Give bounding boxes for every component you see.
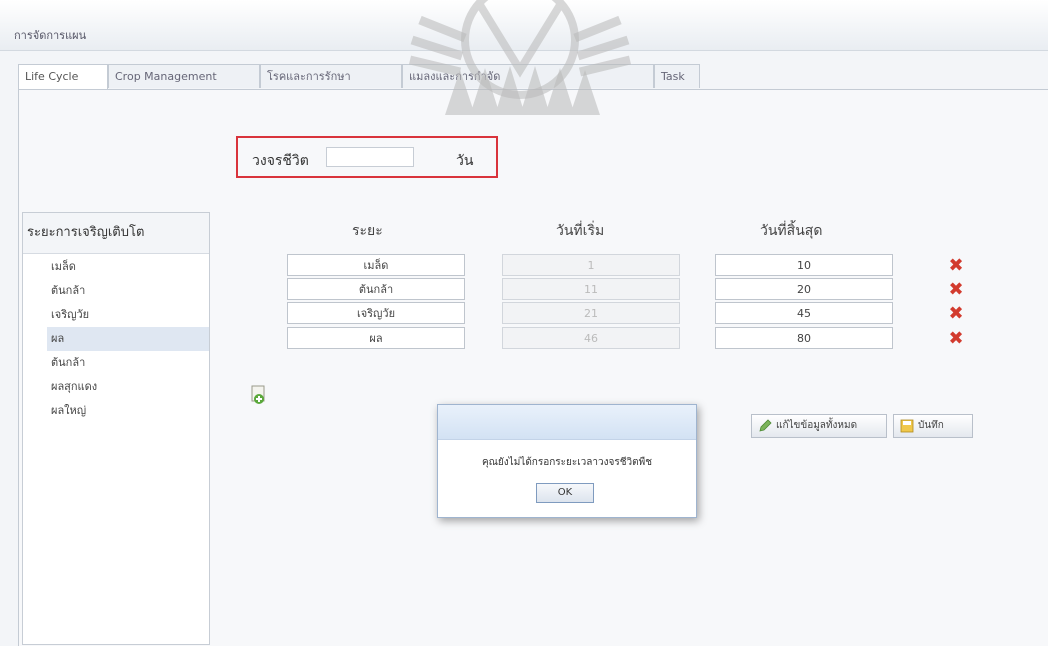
window-title: การจัดการแผน: [14, 29, 87, 42]
end-day-cell[interactable]: 80: [715, 327, 893, 349]
floppy-disk-icon: [900, 419, 914, 433]
stage-list: เมล็ด ต้นกล้า เจริญวัย ผล ต้นกล้า ผลสุกแ…: [47, 255, 209, 423]
list-item[interactable]: ผลใหญ่: [47, 399, 209, 423]
end-day-cell[interactable]: 20: [715, 278, 893, 300]
life-cycle-input[interactable]: [326, 147, 414, 167]
alert-dialog: คุณยังไม่ได้กรอกระยะเวลาวงจรชีวิตพืช OK: [437, 404, 697, 518]
edit-all-label: แก้ไขข้อมูลทั้งหมด: [776, 420, 858, 431]
column-header-start: วันที่เริ่ม: [556, 223, 605, 239]
delete-icon[interactable]: ✖: [947, 330, 965, 348]
column-header-end: วันที่สิ้นสุด: [760, 223, 823, 239]
start-day-cell: 46: [502, 327, 680, 349]
start-day-cell: 11: [502, 278, 680, 300]
stage-list-header: ระยะการเจริญเติบโต: [23, 213, 209, 254]
end-day-cell[interactable]: 10: [715, 254, 893, 276]
edit-all-button[interactable]: แก้ไขข้อมูลทั้งหมด: [751, 414, 887, 438]
dialog-message: คุณยังไม่ได้กรอกระยะเวลาวงจรชีวิตพืช: [481, 457, 653, 468]
list-item-selected[interactable]: ผล: [47, 327, 209, 351]
add-row-icon[interactable]: [250, 384, 268, 406]
start-day-cell: 21: [502, 302, 680, 324]
list-item[interactable]: ต้นกล้า: [47, 279, 209, 303]
end-day-cell[interactable]: 45: [715, 302, 893, 324]
stage-cell[interactable]: เจริญวัย: [287, 302, 465, 324]
list-item[interactable]: เมล็ด: [47, 255, 209, 279]
start-day-cell: 1: [502, 254, 680, 276]
tab-crop-management[interactable]: Crop Management: [108, 64, 260, 88]
delete-icon[interactable]: ✖: [947, 305, 965, 323]
pencil-icon: [759, 419, 772, 432]
life-cycle-unit: วัน: [456, 153, 474, 169]
list-item[interactable]: เจริญวัย: [47, 303, 209, 327]
save-label: บันทึก: [918, 420, 944, 431]
window-titlebar: การจัดการแผน: [0, 0, 1048, 51]
delete-icon[interactable]: ✖: [947, 257, 965, 275]
tab-task[interactable]: Task: [654, 64, 700, 88]
tab-insects[interactable]: แมลงและการกำจัด: [402, 64, 654, 88]
tab-disease[interactable]: โรคและการรักษา: [260, 64, 402, 88]
life-cycle-group: วงจรชีวิต วัน: [236, 136, 498, 178]
stage-cell[interactable]: ต้นกล้า: [287, 278, 465, 300]
column-header-stage: ระยะ: [352, 223, 383, 239]
delete-icon[interactable]: ✖: [947, 281, 965, 299]
dialog-ok-button[interactable]: OK: [536, 483, 594, 503]
stage-cell[interactable]: ผล: [287, 327, 465, 349]
stage-cell[interactable]: เมล็ด: [287, 254, 465, 276]
dialog-titlebar: [438, 405, 696, 440]
list-item[interactable]: ต้นกล้า: [47, 351, 209, 375]
life-cycle-label: วงจรชีวิต: [252, 153, 309, 169]
list-item[interactable]: ผลสุกแดง: [47, 375, 209, 399]
tab-life-cycle[interactable]: Life Cycle: [18, 64, 108, 90]
stage-list-panel: ระยะการเจริญเติบโต เมล็ด ต้นกล้า เจริญวั…: [22, 212, 210, 645]
save-button[interactable]: บันทึก: [893, 414, 973, 438]
